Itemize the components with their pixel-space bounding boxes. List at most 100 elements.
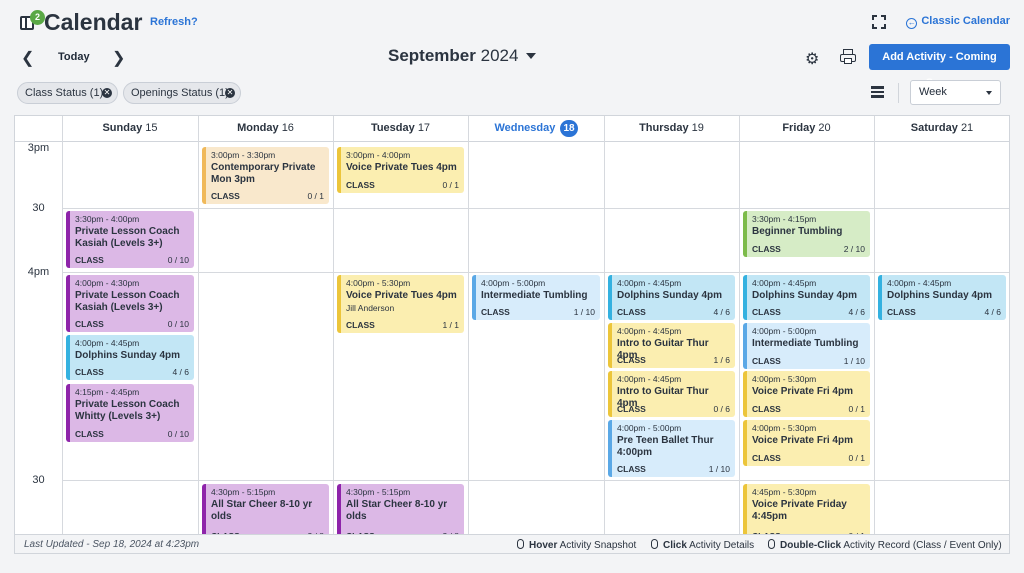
event-enrollment: 4 / 6 [172, 367, 189, 377]
add-activity-button[interactable]: Add Activity - Coming Soon [869, 44, 1010, 89]
event-time: 4:00pm - 5:00pm [617, 423, 682, 433]
year: 2024 [480, 46, 519, 65]
event-name: Dolphins Sunday 4pm [887, 290, 993, 301]
close-icon[interactable]: ✕ [102, 88, 112, 98]
event-name: Intermediate Tumbling [481, 290, 588, 301]
event-footer: CLASS 2 / 10 [752, 244, 865, 254]
list-view-icon[interactable] [871, 86, 884, 98]
event-enrollment: 0 / 1 [307, 191, 324, 201]
event-card[interactable]: 4:15pm - 4:45pm Private Lesson Coach Whit… [66, 384, 194, 442]
event-card[interactable]: 4:00pm - 4:45pm Intro to Guitar Thur 4pm C… [608, 371, 735, 417]
day-header-friday[interactable]: Friday 20 [739, 116, 874, 142]
event-card[interactable]: 4:00pm - 5:00pm Pre Teen Ballet Thur 4:00… [608, 420, 735, 477]
event-type: CLASS [346, 180, 375, 190]
event-card[interactable]: 3:30pm - 4:15pm Beginner Tumbling CLASS 2 /… [743, 211, 870, 257]
event-name: Voice Private Tues 4pm [346, 162, 457, 173]
event-footer: CLASS 4 / 6 [887, 307, 1001, 317]
event-type: CLASS [75, 429, 104, 439]
event-enrollment: 4 / 6 [848, 307, 865, 317]
event-enrollment: 0 / 10 [167, 429, 189, 439]
day-header-saturday[interactable]: Saturday 21 [874, 116, 1009, 142]
month-name: September [388, 46, 476, 65]
printer-icon[interactable] [840, 49, 856, 65]
day-header-tuesday[interactable]: Tuesday 17 [333, 116, 468, 142]
event-card[interactable]: 4:30pm - 5:15pm All Star Cheer 8-10 yr ol… [337, 484, 464, 534]
event-footer: CLASS 1 / 10 [617, 464, 730, 474]
event-card[interactable]: 4:00pm - 4:45pm Intro to Guitar Thur 4pm C… [608, 323, 735, 368]
event-name: Voice Private Fri 4pm [752, 435, 853, 446]
event-footer: CLASS 0 / 10 [75, 429, 189, 439]
event-enrollment: 4 / 6 [713, 307, 730, 317]
event-card[interactable]: 3:00pm - 3:30pm Contemporary Private Mon … [202, 147, 329, 204]
chevron-left-icon[interactable]: ❮ [21, 48, 34, 68]
chip-label: Class Status (1) [25, 87, 104, 99]
chip-label: Openings Status (1) [131, 87, 229, 99]
fullscreen-icon[interactable] [872, 15, 886, 29]
event-enrollment: 0 / 1 [442, 180, 459, 190]
row-divider [62, 208, 1009, 209]
event-card[interactable]: 4:30pm - 5:15pm All Star Cheer 8-10 yr ol… [202, 484, 329, 534]
event-type: CLASS [346, 320, 375, 330]
day-header-thursday[interactable]: Thursday 19 [604, 116, 739, 142]
row-divider [62, 272, 1009, 273]
mouse-icon [651, 539, 658, 549]
event-enrollment: 0 / 10 [167, 255, 189, 265]
event-time: 4:00pm - 5:30pm [752, 423, 817, 433]
filter-chip-class-status[interactable]: Class Status (1) ✕ [17, 82, 118, 104]
time-label: 3pm [27, 142, 50, 154]
event-time: 4:00pm - 4:45pm [75, 338, 140, 348]
event-card[interactable]: 4:45pm - 5:30pm Voice Private Friday 4:45… [743, 484, 870, 534]
gear-icon[interactable]: ⚙ [805, 49, 819, 69]
event-card[interactable]: 4:00pm - 5:30pm Voice Private Tues 4pm Jil… [337, 275, 464, 333]
caret-down-icon [526, 53, 537, 59]
event-footer: CLASS 0 / 1 [211, 191, 324, 201]
event-footer: CLASS 1 / 1 [346, 320, 459, 330]
view-select[interactable]: Week [910, 80, 1001, 105]
event-card[interactable]: 4:00pm - 5:30pm Voice Private Fri 4pm CLAS… [743, 420, 870, 466]
time-label: 4pm [27, 266, 50, 278]
notification-badge[interactable]: 2 [30, 10, 45, 25]
event-card[interactable]: 4:00pm - 5:00pm Intermediate Tumbling CLAS… [743, 323, 870, 369]
column-divider [468, 142, 469, 534]
day-header-sunday[interactable]: Sunday 15 [62, 116, 198, 142]
classic-calendar-link[interactable]: ← Classic Calendar [906, 15, 1010, 29]
event-type: CLASS [617, 355, 646, 365]
event-name: Dolphins Sunday 4pm [752, 290, 858, 301]
event-name: Dolphins Sunday 4pm [617, 290, 723, 301]
event-type: CLASS [617, 404, 646, 414]
day-number: 15 [145, 122, 158, 134]
today-button[interactable]: Today [58, 51, 90, 63]
event-enrollment: 1 / 10 [708, 464, 730, 474]
event-name: Intermediate Tumbling [752, 338, 859, 349]
event-footer: CLASS 4 / 6 [752, 307, 865, 317]
app-title: Calendar [44, 9, 143, 35]
event-enrollment: 0 / 1 [848, 453, 865, 463]
column-divider [198, 142, 199, 534]
event-card[interactable]: 4:00pm - 4:45pm Dolphins Sunday 4pm CLASS 4… [743, 275, 870, 320]
event-enrollment: 0 / 1 [848, 404, 865, 414]
event-name: Private Lesson Coach Whitty (Levels 3+) [75, 399, 180, 422]
event-time: 4:00pm - 4:45pm [617, 278, 682, 288]
hover-hint: Hover Activity Snapshot [517, 539, 636, 551]
event-card[interactable]: 4:00pm - 4:45pm Dolphins Sunday 4pm CLASS 4… [66, 335, 194, 380]
event-card[interactable]: 4:00pm - 5:00pm Intermediate Tumbling CLAS… [472, 275, 600, 320]
close-icon[interactable]: ✕ [225, 88, 235, 98]
event-card[interactable]: 4:00pm - 5:30pm Voice Private Fri 4pm CLAS… [743, 371, 870, 417]
event-time: 4:30pm - 5:15pm [211, 487, 276, 497]
event-card[interactable]: 4:00pm - 4:45pm Dolphins Sunday 4pm CLASS 4… [878, 275, 1006, 320]
chevron-right-icon[interactable]: ❯ [112, 48, 125, 68]
column-divider [874, 142, 875, 534]
refresh-link[interactable]: Refresh? [150, 16, 198, 28]
day-header-monday[interactable]: Monday 16 [198, 116, 333, 142]
day-header-wednesday[interactable]: Wednesday 18 [468, 116, 604, 142]
event-footer: CLASS 4 / 6 [617, 307, 730, 317]
event-card[interactable]: 3:30pm - 4:00pm Private Lesson Coach Kasi… [66, 211, 194, 268]
filter-chip-openings-status[interactable]: Openings Status (1) ✕ [123, 82, 241, 104]
event-type: CLASS [752, 307, 781, 317]
event-footer: CLASS 0 / 10 [75, 319, 189, 329]
event-card[interactable]: 3:00pm - 4:00pm Voice Private Tues 4pm CLA… [337, 147, 464, 193]
double-click-hint: Double-Click Activity Record (Class / Ev… [768, 539, 1002, 551]
month-picker[interactable]: September 2024 [388, 46, 537, 66]
event-card[interactable]: 4:00pm - 4:45pm Dolphins Sunday 4pm CLASS 4… [608, 275, 735, 320]
event-card[interactable]: 4:00pm - 4:30pm Private Lesson Coach Kasi… [66, 275, 194, 332]
